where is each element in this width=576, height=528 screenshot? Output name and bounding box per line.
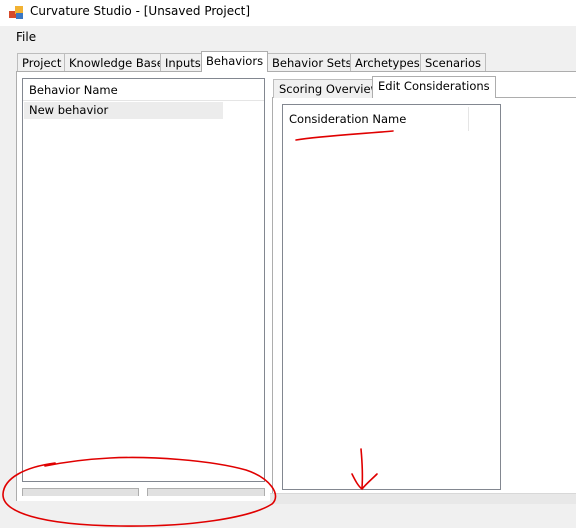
window-title: Curvature Studio - [Unsaved Project]: [30, 4, 251, 18]
tab-behaviors[interactable]: Behaviors: [201, 51, 269, 72]
behavior-name-column-header[interactable]: Behavior Name: [29, 83, 118, 97]
list-item[interactable]: New behavior: [24, 102, 223, 119]
app-window-icon: [9, 6, 23, 19]
title-bar: Curvature Studio - [Unsaved Project]: [0, 0, 576, 26]
tab-knowledge-base[interactable]: Knowledge Base: [64, 53, 169, 71]
tab-edit-considerations[interactable]: Edit Considerations: [372, 76, 496, 98]
tab-project[interactable]: Project: [17, 53, 67, 71]
behaviors-list[interactable]: Behavior Name New behavior: [22, 78, 265, 482]
left-action-button[interactable]: [22, 488, 139, 496]
behaviors-list-header[interactable]: Behavior Name: [23, 79, 264, 101]
tab-scoring-overview[interactable]: Scoring Overview: [273, 79, 386, 98]
tab-inputs[interactable]: Inputs: [160, 53, 206, 71]
horizontal-scrollbar[interactable]: [270, 493, 576, 504]
right-action-button[interactable]: [147, 488, 265, 496]
considerations-list[interactable]: Consideration Name: [282, 104, 501, 490]
menu-file[interactable]: File: [16, 30, 36, 44]
consideration-name-column-header[interactable]: Consideration Name: [289, 112, 406, 126]
tab-scenarios[interactable]: Scenarios: [420, 53, 486, 71]
tab-behavior-sets[interactable]: Behavior Sets: [267, 53, 357, 71]
tab-archetypes[interactable]: Archetypes: [350, 53, 425, 71]
behavior-item-label: New behavior: [29, 103, 109, 117]
menu-bar: File: [0, 26, 576, 48]
column-divider[interactable]: [468, 107, 469, 131]
